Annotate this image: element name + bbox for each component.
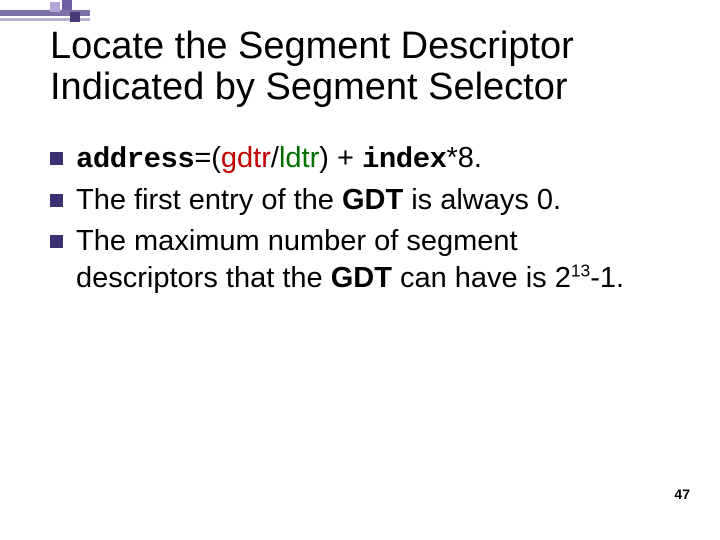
deco-square-icon — [62, 0, 72, 10]
text-close-plus: ) + — [319, 142, 362, 174]
slide: Locate the Segment Descriptor Indicated … — [0, 0, 720, 540]
text-mid: can have is 2 — [392, 262, 571, 294]
text-post: -1. — [590, 262, 624, 294]
code-index: index — [362, 143, 447, 176]
slide-title: Locate the Segment Descriptor Indicated … — [50, 26, 670, 108]
code-address: address — [76, 143, 194, 176]
text-slash: / — [271, 142, 279, 174]
text-gdt-bold: GDT — [342, 184, 403, 216]
square-bullet-icon — [50, 235, 63, 248]
text-pre: The first entry of the — [76, 184, 342, 216]
text-tail: *8. — [447, 142, 482, 174]
text-ldtr: ldtr — [279, 142, 319, 174]
square-bullet-icon — [50, 152, 63, 165]
slide-master-decoration — [0, 0, 90, 28]
bullet-item-2: The first entry of the GDT is always 0. — [50, 182, 650, 219]
title-line-1: Locate the Segment Descriptor — [50, 25, 574, 67]
title-line-2: Indicated by Segment Selector — [50, 66, 568, 108]
bullet-item-3: The maximum number of segment descriptor… — [50, 223, 650, 297]
text-gdtr: gdtr — [221, 142, 271, 174]
text-exponent: 13 — [571, 261, 590, 281]
text-eq-open: =( — [194, 142, 221, 174]
deco-square-icon — [70, 12, 80, 22]
bullet-item-1: address=(gdtr/ldtr) + index*8. — [50, 140, 650, 178]
page-number: 47 — [674, 486, 690, 502]
square-bullet-icon — [50, 194, 63, 207]
deco-square-icon — [50, 2, 60, 12]
slide-body: address=(gdtr/ldtr) + index*8. The first… — [50, 140, 650, 301]
text-gdt-bold: GDT — [331, 262, 392, 294]
text-post: is always 0. — [403, 184, 561, 216]
